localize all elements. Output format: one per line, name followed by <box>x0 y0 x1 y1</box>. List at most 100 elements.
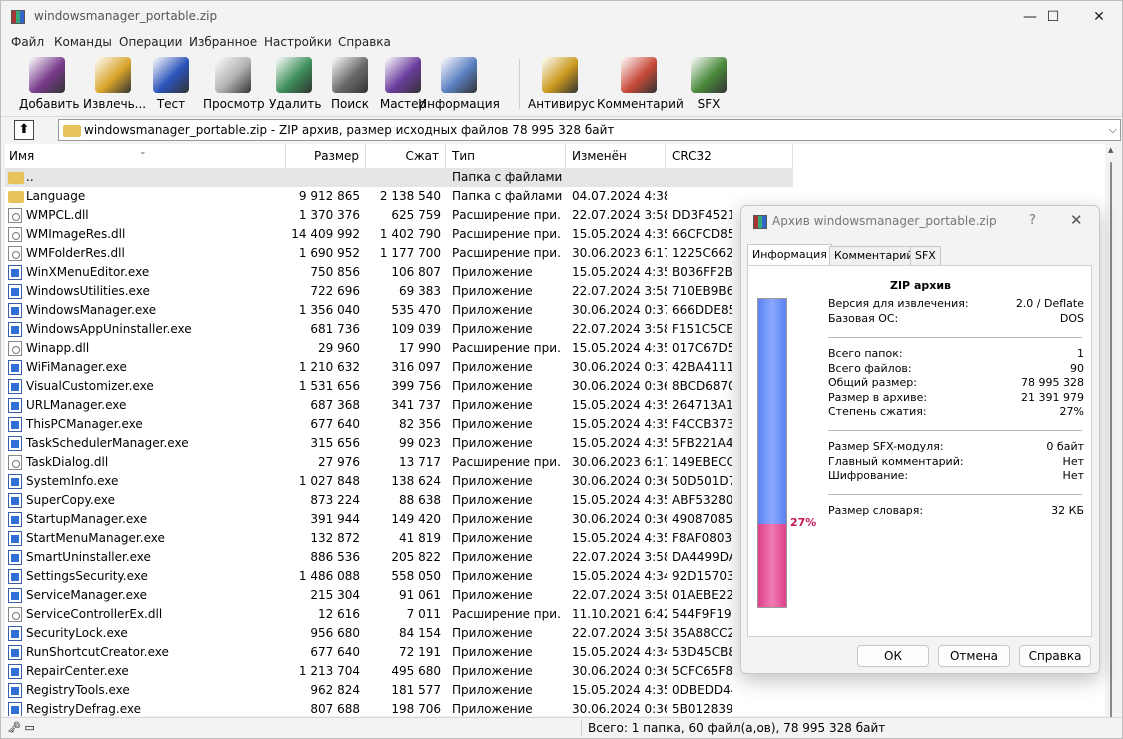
file-size: 873 224 <box>310 493 360 507</box>
test-checkmark-icon <box>153 57 189 93</box>
file-packed-size: 99 023 <box>399 436 441 450</box>
info-value: 32 КБ <box>1051 504 1084 517</box>
file-modified: 30.06.2024 0:36 <box>572 702 667 716</box>
toolbar-button-view-glasses[interactable]: Просмотр <box>203 57 265 115</box>
application-icon <box>8 360 22 375</box>
path-dropdown[interactable]: windowsmanager_portable.zip - ZIP архив,… <box>58 119 1121 141</box>
info-key: Всего файлов: <box>828 361 912 375</box>
folder-icon <box>8 191 24 203</box>
file-crc: 8BCD6870 <box>672 379 732 393</box>
toolbar-button-label: Антивирус <box>528 97 596 111</box>
file-type: Приложение <box>452 702 533 716</box>
info-separator <box>828 494 1082 495</box>
help-button[interactable]: Справка <box>1019 645 1091 667</box>
file-name: .. <box>26 170 34 184</box>
folder-icon <box>8 172 24 184</box>
file-crc: F151C5CE <box>672 322 732 336</box>
compression-ratio-label: 27% <box>790 516 817 529</box>
file-packed-size: 41 819 <box>399 531 441 545</box>
file-packed-size: 625 759 <box>391 208 441 222</box>
file-type: Папка с файлами <box>452 189 562 203</box>
close-button[interactable]: ✕ <box>1076 1 1122 33</box>
file-row[interactable]: .. Папка с файлами <box>5 168 793 187</box>
file-packed-size: 106 807 <box>391 265 441 279</box>
file-size: 1 210 632 <box>298 360 360 374</box>
info-key: Общий размер: <box>828 376 917 390</box>
column-modified[interactable]: Изменён <box>566 144 666 168</box>
file-crc: 017C67D5 <box>672 341 732 355</box>
application-icon <box>8 284 22 299</box>
file-row[interactable]: RegistryTools.exe 962 824 181 577 Приложени… <box>5 681 1105 700</box>
menu-help[interactable]: Справка <box>338 35 391 49</box>
toolbar-button-antivirus[interactable]: Антивирус <box>528 57 596 115</box>
file-size: 315 656 <box>310 436 360 450</box>
toolbar-button-label: SFX <box>697 97 721 111</box>
file-modified: 15.05.2024 4:35 <box>572 683 667 697</box>
path-text: windowsmanager_portable.zip - ZIP архив,… <box>84 123 615 137</box>
tab-sfx[interactable]: SFX <box>910 246 941 265</box>
toolbar-button-add-books[interactable]: Добавить <box>19 57 79 115</box>
toolbar-button-sfx-books[interactable]: SFX <box>691 57 727 115</box>
dialog-help-button[interactable]: ? <box>1029 213 1036 228</box>
file-modified: 04.07.2024 4:38 <box>572 189 667 203</box>
scroll-thumb[interactable] <box>1110 162 1112 722</box>
menu-settings[interactable]: Настройки <box>264 35 332 49</box>
sfx-books-icon <box>691 57 727 93</box>
info-key: Шифрование: <box>828 469 909 483</box>
column-crc[interactable]: CRC32 <box>666 144 793 168</box>
menu-operations[interactable]: Операции <box>119 35 182 49</box>
column-size[interactable]: Размер <box>286 144 366 168</box>
info-value: 1 <box>1077 347 1084 360</box>
chevron-down-icon[interactable]: ⌵ <box>1109 123 1117 137</box>
menu-favorites[interactable]: Избранное <box>189 35 257 49</box>
toolbar: Добавить Извлечь... Тест Просмотр Удалить Пои… <box>1 53 1122 117</box>
winrar-window: windowsmanager_portable.zip — ☐ ✕ Файл К… <box>0 0 1123 739</box>
menu-file[interactable]: Файл <box>11 35 44 49</box>
cancel-button[interactable]: Отмена <box>938 645 1010 667</box>
file-size: 681 736 <box>310 322 360 336</box>
dialog-title: Архив windowsmanager_portable.zip <box>772 214 997 228</box>
file-type: Приложение <box>452 493 533 507</box>
file-row[interactable]: Language 9 912 865 2 138 540 Папка с файлам… <box>5 187 1105 206</box>
toolbar-button-test-checkmark[interactable]: Тест <box>151 57 191 115</box>
toolbar-button-find-binoculars[interactable]: Поиск <box>325 57 375 115</box>
toolbar-button-delete-recycle[interactable]: Удалить <box>269 57 322 115</box>
ok-button[interactable]: ОК <box>857 645 929 667</box>
archive-type-heading: ZIP архив <box>889 279 952 292</box>
scroll-up-icon[interactable]: ▲ <box>1108 146 1113 154</box>
file-modified: 22.07.2024 3:58 <box>572 284 667 298</box>
file-crc: 710EB9B6 <box>672 284 732 298</box>
up-folder-button[interactable]: ⬆ <box>14 120 34 140</box>
file-modified: 15.05.2024 4:35 <box>572 398 667 412</box>
status-key-drive-icons[interactable]: 🗝 ▭ <box>7 721 35 734</box>
file-packed-size: 495 680 <box>391 664 441 678</box>
extract-folder-icon <box>95 57 131 93</box>
file-modified: 22.07.2024 3:58 <box>572 626 667 640</box>
dialog-close-button[interactable]: ✕ <box>1070 211 1083 229</box>
file-modified: 30.06.2023 6:17 <box>572 455 667 469</box>
column-header: Имя ⌄ Размер Сжат Тип Изменён CRC32 <box>5 144 793 168</box>
file-size: 687 368 <box>310 398 360 412</box>
maximize-button[interactable]: ☐ <box>1030 1 1076 33</box>
file-crc: 264713A1 <box>672 398 732 412</box>
info-value: 0 байт <box>1046 440 1084 453</box>
toolbar-button-extract-folder[interactable]: Извлечь... <box>83 57 147 115</box>
file-modified: 30.06.2024 0:37 <box>572 303 667 317</box>
file-crc: F8AF0803 <box>672 531 732 545</box>
tab-info[interactable]: Информация <box>747 244 832 266</box>
file-row[interactable]: RegistryDefrag.exe 807 688 198 706 Приложен… <box>5 700 1105 716</box>
column-packed[interactable]: Сжат <box>366 144 446 168</box>
tab-comment[interactable]: Комментарий <box>829 246 919 265</box>
application-icon <box>8 645 22 660</box>
menu-commands[interactable]: Команды <box>54 35 112 49</box>
info-key: Всего папок: <box>828 347 903 360</box>
column-type[interactable]: Тип <box>446 144 566 168</box>
vertical-scrollbar[interactable]: ▲ <box>1107 144 1117 722</box>
column-name-label: Имя <box>9 149 35 163</box>
file-packed-size: 72 191 <box>399 645 441 659</box>
toolbar-button-info[interactable]: Информация <box>407 57 511 115</box>
file-size: 29 960 <box>318 341 360 355</box>
column-name[interactable]: Имя ⌄ <box>5 144 286 168</box>
toolbar-button-label: Извлечь... <box>83 97 147 111</box>
toolbar-button-comment-pencil[interactable]: Комментарий <box>597 57 684 115</box>
